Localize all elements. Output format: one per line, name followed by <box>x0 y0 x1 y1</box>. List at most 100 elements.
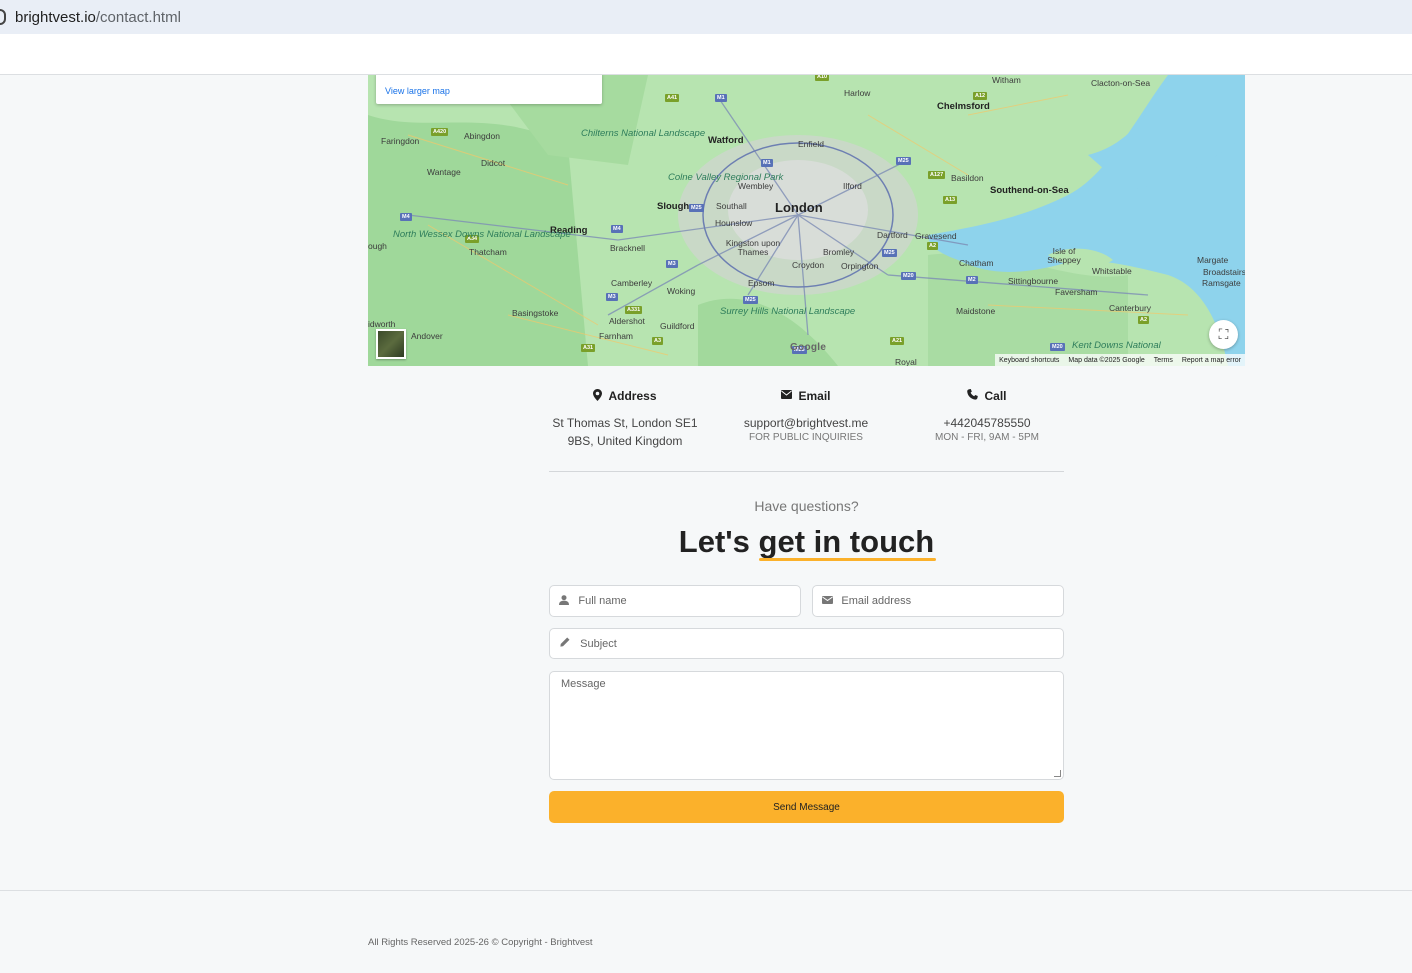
email-value[interactable]: support@brightvest.me <box>726 414 886 432</box>
resize-handle[interactable] <box>1054 770 1061 777</box>
road-shield: M25 <box>882 249 897 257</box>
site-header <box>0 34 1412 75</box>
map-label: Bracknell <box>610 243 645 253</box>
road-shield: A2 <box>1138 316 1150 324</box>
google-logo: Google <box>790 342 827 353</box>
email-field[interactable] <box>812 585 1064 617</box>
map-label: Faversham <box>1055 287 1098 297</box>
terms-link[interactable]: Terms <box>1154 357 1173 364</box>
url-path: /contact.html <box>95 8 181 26</box>
envelope-icon <box>813 595 841 607</box>
road-shield: M25 <box>896 157 911 165</box>
map-label: Colne Valley Regional Park <box>668 172 784 183</box>
map-label: Gravesend <box>915 231 957 241</box>
map-label: Royal <box>895 357 917 366</box>
satellite-toggle[interactable] <box>376 329 406 359</box>
road-shield: A31 <box>581 344 596 352</box>
address-line1: St Thomas St, London SE1 <box>552 416 698 430</box>
email-note: FOR PUBLIC INQUIRIES <box>749 432 863 443</box>
map-label: Broadstairs <box>1203 267 1245 277</box>
address-heading: Address <box>545 386 705 406</box>
pencil-icon <box>550 637 580 650</box>
phone-icon <box>967 389 979 403</box>
map-label: Kingston upon Thames <box>725 238 781 257</box>
call-block: Call +442045785550 MON - FRI, 9AM - 5PM <box>907 386 1067 450</box>
call-hours: MON - FRI, 9AM - 5PM <box>935 432 1039 443</box>
map-label: Witham <box>992 75 1021 85</box>
map-label: Dartford <box>877 230 908 240</box>
map-attribution: Keyboard shortcuts Map data ©2025 Google… <box>995 354 1245 366</box>
email-heading: Email <box>726 386 886 406</box>
call-heading: Call <box>907 386 1067 406</box>
fullscreen-button[interactable]: ⛶ <box>1209 320 1238 349</box>
road-shield: M20 <box>1050 343 1065 351</box>
email-input[interactable] <box>841 595 1063 607</box>
map-label: Basildon <box>951 173 984 183</box>
heading-plain: Let's <box>678 524 759 559</box>
contact-info: Address St Thomas St, London SE1 9BS, Un… <box>545 386 1069 450</box>
phone-value[interactable]: +442045785550 <box>907 414 1067 432</box>
road-shield: A10 <box>815 75 830 81</box>
site-info-icon[interactable] <box>0 9 6 25</box>
view-larger-map-link[interactable]: View larger map <box>385 86 450 96</box>
road-shield: M25 <box>743 296 758 304</box>
map-label: Chatham <box>959 258 994 268</box>
fullscreen-icon: ⛶ <box>1218 326 1229 342</box>
map-label: Wantage <box>427 167 461 177</box>
map-label: Ilford <box>843 181 862 191</box>
map-label: Ramsgate <box>1202 278 1241 288</box>
map-label: Kent Downs National <box>1072 340 1161 351</box>
map-label: Clacton-on-Sea <box>1091 78 1151 88</box>
map-label: Southall <box>716 201 747 211</box>
road-shield: M1 <box>761 159 773 167</box>
footer-copyright: All Rights Reserved 2025-26 © Copyright … <box>368 937 593 948</box>
email-block: Email support@brightvest.me FOR PUBLIC I… <box>726 386 886 450</box>
address-line2: 9BS, United Kingdom <box>567 434 683 448</box>
map-label: Bromley <box>823 247 855 257</box>
map-label: Watford <box>708 135 744 146</box>
road-shield: M3 <box>666 260 678 268</box>
map-label: Canterbury <box>1109 303 1152 313</box>
map-label: Woking <box>667 286 696 296</box>
address-title: Address <box>608 389 657 403</box>
call-title: Call <box>984 389 1007 403</box>
road-shield: M1 <box>715 94 727 102</box>
map-label: Andover <box>411 331 443 341</box>
map-label: Abingdon <box>464 131 500 141</box>
map-data-text: Map data ©2025 Google <box>1068 356 1145 364</box>
map-label: Margate <box>1197 255 1229 265</box>
road-shield: A12 <box>973 92 988 100</box>
road-shield: M4 <box>611 225 623 233</box>
map-label: Farnham <box>599 331 634 341</box>
map-label: Sittingbourne <box>1008 276 1059 286</box>
map-label: Chelmsford <box>937 101 990 112</box>
road-shield: A13 <box>943 196 958 204</box>
fullname-field[interactable] <box>549 585 801 617</box>
road-shield: A2 <box>927 242 939 250</box>
subject-field[interactable] <box>549 628 1064 659</box>
road-shield: M20 <box>901 272 916 280</box>
embedded-map[interactable]: View larger map A10 A41 M1 A12 A420 M1 M… <box>368 75 1245 366</box>
message-textarea[interactable] <box>550 672 1063 779</box>
map-label: Southend-on-Sea <box>990 185 1069 196</box>
road-shield: A41 <box>665 94 680 102</box>
map-label: Slough <box>657 201 690 212</box>
map-label: Chilterns National Landscape <box>581 129 705 139</box>
address-block: Address St Thomas St, London SE1 9BS, Un… <box>545 386 705 450</box>
footer-divider <box>0 890 1412 891</box>
subject-input[interactable] <box>580 637 1063 650</box>
map-label: Surrey Hills National Landscape <box>720 307 855 317</box>
browser-address-bar[interactable]: brightvest.io/contact.html <box>0 0 1412 34</box>
map-label-london: London <box>775 200 823 215</box>
message-field[interactable] <box>549 671 1064 780</box>
map-label: Camberley <box>611 278 653 288</box>
report-error-link[interactable]: Report a map error <box>1182 357 1241 364</box>
fullname-input[interactable] <box>578 595 800 607</box>
url-text[interactable]: brightvest.io/contact.html <box>15 9 181 26</box>
address-value: St Thomas St, London SE1 9BS, United Kin… <box>545 414 705 450</box>
keyboard-shortcuts-link[interactable]: Keyboard shortcuts <box>999 357 1059 364</box>
road-shield: M25 <box>689 204 704 212</box>
envelope-icon <box>781 390 793 402</box>
send-message-button[interactable]: Send Message <box>549 791 1064 823</box>
road-shield: M3 <box>606 293 618 301</box>
